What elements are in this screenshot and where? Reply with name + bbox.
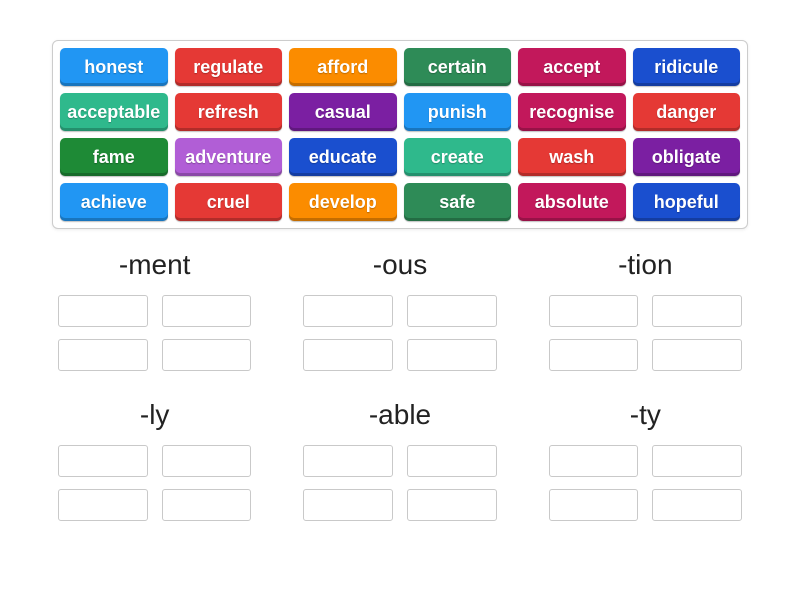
group-ly: -ly [52,399,257,521]
drop-slot[interactable] [549,295,639,327]
drop-slot[interactable] [58,489,148,521]
drop-slot[interactable] [303,445,393,477]
group-title: -ous [297,249,502,281]
word-tile-recognise[interactable]: recognise [518,93,626,131]
word-tile-certain[interactable]: certain [404,48,512,86]
drop-slot[interactable] [162,339,252,371]
drop-slot[interactable] [162,445,252,477]
word-tile-cruel[interactable]: cruel [175,183,283,221]
drop-slot[interactable] [58,445,148,477]
drop-slot[interactable] [303,295,393,327]
drop-slot[interactable] [303,489,393,521]
word-tile-obligate[interactable]: obligate [633,138,741,176]
drop-slot[interactable] [407,445,497,477]
word-tile-create[interactable]: create [404,138,512,176]
word-tile-honest[interactable]: honest [60,48,168,86]
drop-slot[interactable] [549,339,639,371]
word-tile-danger[interactable]: danger [633,93,741,131]
group-ment: -ment [52,249,257,371]
word-tile-fame[interactable]: fame [60,138,168,176]
word-tile-acceptable[interactable]: acceptable [60,93,168,131]
word-bank: honestregulateaffordcertainacceptridicul… [52,40,748,229]
word-tile-ridicule[interactable]: ridicule [633,48,741,86]
word-tile-educate[interactable]: educate [289,138,397,176]
drop-slot[interactable] [652,295,742,327]
drop-slot[interactable] [407,339,497,371]
word-tile-achieve[interactable]: achieve [60,183,168,221]
drop-slot[interactable] [58,339,148,371]
drop-slot[interactable] [303,339,393,371]
drop-slot[interactable] [407,489,497,521]
word-tile-afford[interactable]: afford [289,48,397,86]
word-tile-punish[interactable]: punish [404,93,512,131]
group-able: -able [297,399,502,521]
drop-slot[interactable] [549,489,639,521]
drop-slot[interactable] [407,295,497,327]
group-title: -ment [52,249,257,281]
word-tile-wash[interactable]: wash [518,138,626,176]
group-title: -ly [52,399,257,431]
group-tion: -tion [543,249,748,371]
word-tile-accept[interactable]: accept [518,48,626,86]
drop-slot[interactable] [652,445,742,477]
group-ous: -ous [297,249,502,371]
word-tile-hopeful[interactable]: hopeful [633,183,741,221]
drop-slot[interactable] [652,339,742,371]
drop-slot[interactable] [549,445,639,477]
drop-slot[interactable] [162,295,252,327]
word-tile-absolute[interactable]: absolute [518,183,626,221]
word-tile-casual[interactable]: casual [289,93,397,131]
word-tile-regulate[interactable]: regulate [175,48,283,86]
group-title: -able [297,399,502,431]
word-tile-refresh[interactable]: refresh [175,93,283,131]
group-title: -ty [543,399,748,431]
word-tile-safe[interactable]: safe [404,183,512,221]
activity-stage: honestregulateaffordcertainacceptridicul… [0,0,800,521]
group-title: -tion [543,249,748,281]
word-tile-adventure[interactable]: adventure [175,138,283,176]
group-ty: -ty [543,399,748,521]
drop-slot[interactable] [652,489,742,521]
word-tile-develop[interactable]: develop [289,183,397,221]
drop-slot[interactable] [162,489,252,521]
drop-slot[interactable] [58,295,148,327]
